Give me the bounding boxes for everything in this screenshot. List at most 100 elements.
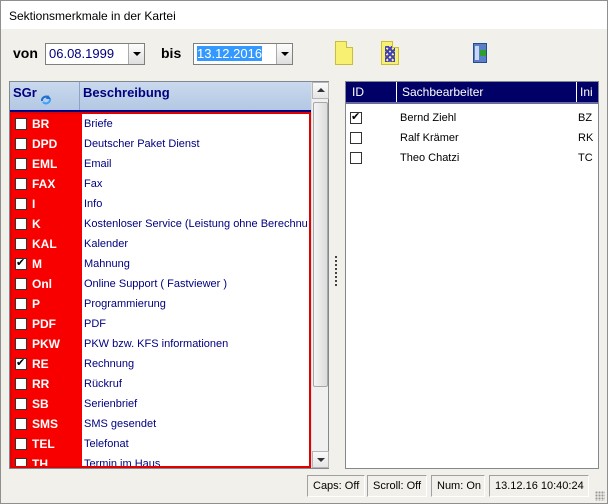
- table-row[interactable]: TH Termin im Haus: [12, 454, 309, 468]
- table-row[interactable]: I Info: [12, 194, 309, 214]
- section-code: RE: [32, 357, 49, 371]
- column-header-sgr[interactable]: SGr: [10, 82, 80, 110]
- title-bar: Sektionsmerkmale in der Kartei: [1, 1, 607, 29]
- scroll-down-button[interactable]: [312, 451, 329, 468]
- resize-grip-icon[interactable]: [595, 491, 605, 501]
- staff-name: Ralf Krämer: [400, 132, 459, 144]
- column-header-ini[interactable]: Ini: [580, 85, 593, 99]
- table-row[interactable]: PKW PKW bzw. KFS informationen: [12, 334, 309, 354]
- row-checkbox[interactable]: [15, 118, 27, 130]
- scroll-thumb[interactable]: [313, 102, 328, 387]
- table-row[interactable]: DPD Deutscher Paket Dienst: [12, 134, 309, 154]
- row-checkbox[interactable]: [15, 256, 27, 270]
- status-datetime: 13.12.16 10:40:24: [489, 475, 589, 497]
- section-list-panel: SGr Beschreibung BR Briefe DPD Deutscher Pa…: [9, 81, 329, 469]
- status-caps: Caps: Off: [307, 475, 365, 497]
- scroll-up-button[interactable]: [312, 82, 329, 99]
- panel-splitter[interactable]: [331, 81, 343, 469]
- section-list-scrollbar[interactable]: [311, 82, 329, 468]
- section-description: SMS gesendet: [84, 418, 157, 430]
- section-code: K: [32, 217, 41, 231]
- section-list-body: BR Briefe DPD Deutscher Paket Dienst EML Emai…: [10, 112, 311, 468]
- table-row[interactable]: Ralf Krämer RK: [346, 128, 598, 148]
- status-scroll: Scroll: Off: [367, 475, 427, 497]
- table-row[interactable]: M Mahnung: [12, 254, 309, 274]
- table-row[interactable]: K Kostenloser Service (Leistung ohne Bere…: [12, 214, 309, 234]
- staff-name: Theo Chatzi: [400, 152, 460, 164]
- from-date-dropdown-button[interactable]: [128, 44, 144, 64]
- column-header-sachbearbeiter[interactable]: Sachbearbeiter: [402, 85, 483, 99]
- row-checkbox[interactable]: [15, 318, 27, 330]
- dialog-window: Sektionsmerkmale in der Kartei von 06.08…: [0, 0, 608, 504]
- filter-toolbar: von 06.08.1999 bis 13.12.2016: [1, 29, 607, 79]
- section-description: Fax: [84, 178, 103, 190]
- section-code: EML: [32, 157, 58, 171]
- row-checkbox[interactable]: [15, 198, 27, 210]
- table-row[interactable]: FAX Fax: [12, 174, 309, 194]
- document-icon[interactable]: [333, 39, 355, 69]
- from-date-combobox[interactable]: 06.08.1999: [45, 43, 145, 65]
- row-checkbox[interactable]: [350, 132, 362, 144]
- table-row[interactable]: EML Email: [12, 154, 309, 174]
- section-description: Mahnung: [84, 258, 130, 270]
- section-description: Rückruf: [84, 378, 122, 390]
- from-date-value: 06.08.1999: [49, 46, 115, 61]
- splitter-grip-icon: [335, 256, 337, 286]
- row-checkbox[interactable]: [15, 438, 27, 450]
- table-row[interactable]: TEL Telefonat: [12, 434, 309, 454]
- row-checkbox[interactable]: [15, 238, 27, 250]
- section-description: PKW bzw. KFS informationen: [84, 338, 229, 350]
- section-description: Telefonat: [84, 438, 129, 450]
- row-checkbox[interactable]: [15, 158, 27, 170]
- section-code: DPD: [32, 137, 58, 151]
- sort-icon: [41, 95, 51, 105]
- section-description: Email: [84, 158, 112, 170]
- table-row[interactable]: Theo Chatzi TC: [346, 148, 598, 168]
- row-checkbox[interactable]: [15, 298, 27, 310]
- section-description: Programmierung: [84, 298, 166, 310]
- row-checkbox[interactable]: [15, 138, 27, 150]
- table-row[interactable]: PDF PDF: [12, 314, 309, 334]
- section-description: Info: [84, 198, 103, 210]
- to-date-combobox[interactable]: 13.12.2016: [193, 43, 293, 65]
- staff-list-header: ID Sachbearbeiter Ini: [346, 82, 598, 104]
- table-row[interactable]: RE Rechnung: [12, 354, 309, 374]
- table-row[interactable]: RR Rückruf: [12, 374, 309, 394]
- section-code: PKW: [32, 337, 60, 351]
- column-header-id[interactable]: ID: [352, 85, 364, 99]
- section-description: Kostenloser Service (Leistung ohne Berec…: [84, 218, 308, 230]
- section-list-header: SGr Beschreibung: [10, 82, 311, 112]
- table-row[interactable]: P Programmierung: [12, 294, 309, 314]
- section-description: Rechnung: [84, 358, 135, 370]
- row-checkbox[interactable]: [15, 338, 27, 350]
- section-code: SMS: [32, 417, 59, 431]
- row-checkbox[interactable]: [15, 398, 27, 410]
- table-row[interactable]: BR Briefe: [12, 114, 309, 134]
- row-checkbox[interactable]: [15, 278, 27, 290]
- section-description: Deutscher Paket Dienst: [84, 138, 200, 150]
- row-checkbox[interactable]: [15, 178, 27, 190]
- table-row[interactable]: Bernd Ziehl BZ: [346, 108, 598, 128]
- section-code: BR: [32, 117, 50, 131]
- row-checkbox[interactable]: [15, 378, 27, 390]
- row-checkbox[interactable]: [15, 458, 27, 466]
- status-num: Num: On: [431, 475, 485, 497]
- table-row[interactable]: KAL Kalender: [12, 234, 309, 254]
- row-checkbox[interactable]: [350, 110, 362, 124]
- section-description: Termin im Haus: [84, 458, 161, 468]
- status-bar: Caps: Off Scroll: Off Num: On 13.12.16 1…: [1, 473, 607, 503]
- row-checkbox[interactable]: [15, 418, 27, 430]
- table-row[interactable]: Onl Online Support ( Fastviewer ): [12, 274, 309, 294]
- table-row[interactable]: SMS SMS gesendet: [12, 414, 309, 434]
- row-checkbox[interactable]: [15, 218, 27, 230]
- exit-door-icon[interactable]: [469, 39, 491, 69]
- to-date-dropdown-button[interactable]: [276, 44, 292, 64]
- to-date-value[interactable]: 13.12.2016: [197, 46, 263, 61]
- table-row[interactable]: SB Serienbrief: [12, 394, 309, 414]
- column-header-beschreibung[interactable]: Beschreibung: [80, 82, 311, 110]
- staff-name: Bernd Ziehl: [400, 112, 457, 124]
- row-checkbox[interactable]: [350, 152, 362, 164]
- row-checkbox[interactable]: [15, 356, 27, 370]
- from-label: von: [13, 45, 38, 61]
- select-all-document-icon[interactable]: [379, 39, 401, 69]
